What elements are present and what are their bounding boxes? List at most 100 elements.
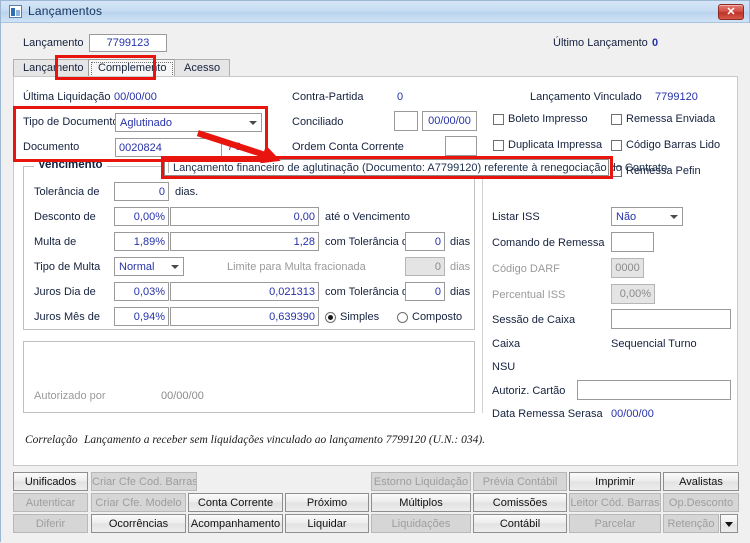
tab-strip: Lançamento Complemento Acesso (13, 59, 738, 77)
percentual-iss-label: Percentual ISS (492, 289, 566, 301)
checkbox-label: Duplicata Impressa (508, 139, 603, 151)
button-criar-cfe-modelo: Criar Cfe. Modelo (91, 493, 186, 512)
multa-suffix: com Tolerância de (325, 236, 415, 248)
multa-valor-input[interactable]: 1,28 (170, 232, 319, 251)
close-icon[interactable]: ✕ (718, 4, 744, 20)
button-proximo[interactable]: Próximo (285, 493, 369, 512)
autoriz-cartao-label: Autoriz. Cartão (492, 385, 566, 397)
tolerancia-suffix: dias. (175, 186, 199, 198)
tipo-documento-value: Aglutinado (120, 117, 172, 129)
codigo-darf-label: Código DARF (492, 263, 560, 275)
autoriz-cartao-input[interactable] (577, 380, 731, 400)
checkbox-box (611, 140, 622, 151)
title-bar: Lançamentos ✕ (1, 1, 749, 23)
desconto-pct-input[interactable]: 0,00% (114, 207, 169, 226)
comando-remessa-input[interactable] (611, 232, 654, 252)
autorizado-groupbox (23, 341, 475, 413)
button-acompanhamento[interactable]: Acompanhamento (188, 514, 283, 533)
ultimo-lancamento-value: 0 (652, 37, 659, 49)
vencimento-title: Vencimento (34, 159, 107, 171)
juros-dia-suffix: com Tolerância de (325, 286, 415, 298)
ordem-conta-corrente-input[interactable] (445, 136, 477, 156)
percentual-iss-input: 0,00% (611, 284, 655, 304)
conciliado-input[interactable] (394, 111, 418, 131)
button-estorno-liquidacao: Estorno Liquidação (371, 472, 471, 491)
ultima-liquidacao-value: 00/00/00 (114, 91, 157, 103)
documento-label: Documento (23, 141, 80, 153)
button-parcelar: Parcelar (569, 514, 661, 533)
tipo-multa-value: Normal (119, 261, 155, 273)
listar-iss-select[interactable]: Não (611, 207, 683, 226)
button-comissoes[interactable]: Comissões (473, 493, 567, 512)
conciliado-label: Conciliado (292, 116, 344, 128)
desconto-label: Desconto de (34, 211, 96, 223)
contra-partida-value: 0 (397, 91, 404, 103)
button-retencao: Retenção (663, 514, 719, 533)
app-window-icon (9, 5, 22, 18)
listar-iss-value: Não (616, 211, 637, 223)
ultimo-lancamento-label: Último Lançamento (553, 37, 648, 49)
radio-circle (397, 312, 408, 323)
juros-dia-tolerancia-input[interactable]: 0 (405, 282, 445, 301)
tab-lancamento[interactable]: Lançamento (13, 59, 94, 77)
juros-mes-valor-input[interactable]: 0,639390 (170, 307, 319, 326)
autorizado-por-label: Autorizado por (34, 390, 106, 402)
listar-iss-label: Listar ISS (492, 211, 540, 223)
conciliado-date-input[interactable]: 00/00/00 (422, 111, 477, 131)
button-op-desconto: Op.Desconto (663, 493, 739, 512)
desconto-valor-input[interactable]: 0,00 (170, 207, 319, 226)
lancamento-vinculado-label: Lançamento Vinculado (530, 91, 642, 103)
button-diferir: Diferir (13, 514, 88, 533)
checkbox-label: Remessa Enviada (626, 113, 716, 125)
lancamento-input[interactable]: 7799123 (89, 34, 167, 52)
button-avalistas[interactable]: Avalistas (663, 472, 739, 491)
tolerancia-input[interactable]: 0 (114, 182, 169, 201)
button-imprimir[interactable]: Imprimir (569, 472, 661, 491)
correlacao-label: Correlação (25, 434, 78, 446)
radio-label: Simples (340, 311, 380, 323)
ultima-liquidacao-label: Última Liquidação (23, 91, 111, 103)
tolerancia-label: Tolerância de (34, 186, 100, 198)
juros-dia-label: Juros Dia de (34, 286, 96, 298)
multa-tolerancia-input[interactable]: 0 (405, 232, 445, 251)
button-liquidar[interactable]: Liquidar (285, 514, 369, 533)
limite-multa-unit: dias (450, 261, 471, 273)
lancamento-label: Lançamento (23, 37, 84, 49)
caixa-label: Caixa (492, 338, 521, 350)
checkbox-label: Código Barras Lido (626, 139, 721, 151)
button-autenticar: Autenticar (13, 493, 88, 512)
tab-acesso[interactable]: Acesso (174, 59, 231, 77)
multa-pct-input[interactable]: 1,89% (114, 232, 169, 251)
juros-dia-valor-input[interactable]: 0,021313 (170, 282, 319, 301)
comando-remessa-label: Comando de Remessa (492, 237, 605, 249)
ordem-conta-corrente-label: Ordem Conta Corrente (292, 141, 404, 153)
sessao-caixa-label: Sessão de Caixa (492, 314, 576, 326)
tab-complemento[interactable]: Complemento (88, 59, 177, 77)
button-unificados[interactable]: Unificados (13, 472, 88, 491)
checkbox-box (493, 114, 504, 125)
juros-dia-pct-input[interactable]: 0,03% (114, 282, 169, 301)
autorizado-por-value: 00/00/00 (161, 390, 204, 402)
sessao-caixa-input[interactable] (611, 309, 731, 329)
limite-multa-fracionada-label: Limite para Multa fracionada (227, 261, 366, 273)
multa-label: Multa de (34, 236, 77, 248)
chevron-down-icon[interactable] (720, 514, 738, 533)
radio-circle (325, 312, 336, 323)
data-remessa-serasa-label: Data Remessa Serasa (492, 408, 603, 420)
button-ocorrencias[interactable]: Ocorrências (91, 514, 186, 533)
button-contabil[interactable]: Contábil (473, 514, 567, 533)
button-criar-cfe-cod-barras: Criar Cfe Cod. Barras (91, 472, 197, 491)
tipo-multa-label: Tipo de Multa (34, 261, 101, 273)
button-conta-corrente[interactable]: Conta Corrente (188, 493, 283, 512)
nsu-label: NSU (492, 361, 516, 373)
juros-mes-pct-input[interactable]: 0,94% (114, 307, 169, 326)
button-multiplos[interactable]: Múltiplos (371, 493, 471, 512)
juros-dia-tolerancia-unit: dias (450, 286, 471, 298)
caixa-value: Sequencial Turno (611, 338, 697, 350)
button-previa-contabil: Prévia Contábil (473, 472, 567, 491)
tipo-documento-label: Tipo de Documento (23, 116, 119, 128)
form-body: Lançamento 7799123 Último Lançamento 0 L… (1, 23, 750, 543)
tipo-multa-select[interactable]: Normal (114, 257, 184, 276)
window-title: Lançamentos (28, 4, 103, 18)
data-remessa-serasa-value: 00/00/00 (611, 408, 654, 420)
